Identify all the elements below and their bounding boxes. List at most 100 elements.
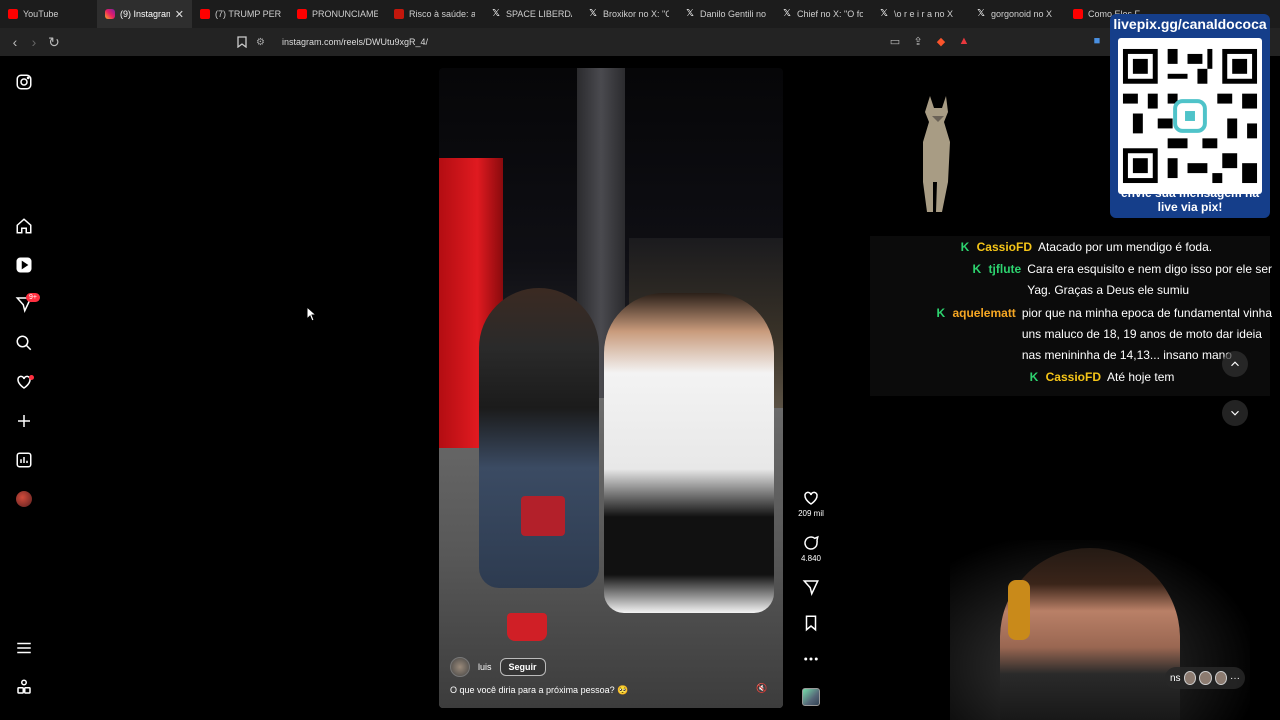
tab-pronunciamento[interactable]: PRONUNCIAMEN [289,0,386,28]
reels-icon[interactable] [14,255,34,275]
x-icon: 𝕏 [491,8,501,19]
video-person-left [479,288,599,588]
audio-thumbnail[interactable] [802,688,820,706]
reel-author-row: luis Seguir [450,657,546,677]
like-count: 209 mil [798,509,824,518]
tab-label: Chief no X: "O fo [797,9,863,19]
next-reel-button[interactable] [1222,400,1248,426]
chat-text-line: uns maluco de 18, 19 anos de moto dar id… [1021,327,1262,341]
pix-footer: envie sua mensagem na live via pix! [1110,186,1270,214]
avatar [1214,671,1228,685]
tab-label: gorgonoid no X [991,9,1053,19]
tab-label: Risco à saúde: an [409,9,475,19]
bookmark-icon [805,615,817,632]
extension-icon[interactable]: ■ [1090,34,1104,48]
home-icon[interactable] [14,216,34,236]
address-bar[interactable]: ⚙ instagram.com/reels/DWUtu9xgR_4/ [256,32,976,52]
wolf-figure [923,96,950,212]
author-avatar[interactable] [450,657,470,677]
also-from-meta-icon[interactable] [14,677,34,697]
install-app-icon[interactable]: ▭ [888,34,902,48]
tab-chief[interactable]: 𝕏 Chief no X: "O fo [774,0,871,28]
tab-danilo[interactable]: 𝕏 Danilo Gentili no [677,0,774,28]
tab-label: (7) TRUMP PERDE [215,9,281,19]
chat-username: tjflute [988,262,1022,276]
tab-space-liberdade[interactable]: 𝕏 SPACE LIBERDADE [483,0,580,28]
save-button[interactable] [801,614,821,632]
share-button[interactable] [801,578,821,596]
chat-message: K CassioFD Atacado por um mendigo é foda… [961,237,1272,258]
tab-label: YouTube [23,9,59,19]
mute-icon[interactable]: 🔇 [756,682,768,694]
qr-code-image [1118,38,1262,194]
bookmark-icon[interactable] [232,32,252,52]
comment-button[interactable]: 4.840 [801,534,821,563]
share-icon[interactable]: ⇪ [911,34,925,48]
chat-message: K aquelematt pior que na minha epoca de … [936,303,1272,366]
reel-caption[interactable]: O que você diria para a próxima pessoa? … [450,685,628,696]
brave-rewards-icon[interactable]: ▲ [957,34,971,48]
g1-icon [394,9,404,19]
tab-trump[interactable]: (7) TRUMP PERDE [192,0,289,28]
tab-label: (9) Instagram [120,9,170,19]
tab-instagram[interactable]: (9) Instagram ✕ [97,0,192,28]
reload-icon[interactable]: ↻ [44,32,64,52]
chat-text-line: Cara era esquisito e nem digo isso por e… [1027,262,1272,276]
youtube-icon [297,9,307,19]
chat-text: Cara era esquisito e nem digo isso por e… [1027,259,1272,301]
like-button[interactable]: 209 mil [798,489,824,518]
tab-gorgonoid[interactable]: 𝕏gorgonoid no X [968,0,1065,28]
avatar [16,491,32,507]
pix-qr-panel: livepix.gg/canaldococa envie sua mensage… [1110,14,1270,218]
reel-video[interactable] [439,68,783,708]
back-icon[interactable]: ‹ [5,32,25,52]
more-icon [804,657,818,661]
headset [1008,580,1030,640]
site-info-icon[interactable]: ⚙ [256,37,270,48]
more-options-button[interactable] [801,650,821,668]
profile-avatar[interactable] [14,489,34,509]
close-icon[interactable]: ✕ [175,8,184,21]
x-icon: 𝕏 [588,8,598,19]
create-icon[interactable] [14,411,34,431]
youtube-icon [8,9,18,19]
chat-username: aquelematt [952,306,1016,320]
chat-username: CassioFD [976,240,1032,254]
youtube-icon [1073,9,1083,19]
comment-icon [804,535,819,550]
follow-button[interactable]: Seguir [499,658,546,676]
menu-icon[interactable] [14,638,34,658]
forward-icon[interactable]: › [24,32,44,52]
tab-label: Danilo Gentili no [700,9,766,19]
more-icon: ··· [1230,672,1241,684]
tab-label: Broxikor no X: "O [603,9,669,19]
streamer-webcam [950,540,1250,720]
tab-risco[interactable]: Risco à saúde: an [386,0,483,28]
search-icon[interactable] [14,333,34,353]
send-icon [802,580,819,596]
brave-shield-icon[interactable]: ◆ [934,34,948,48]
x-icon: 𝕏 [782,8,792,19]
tab-moreira[interactable]: 𝕏 \o r e i r a no X [871,0,968,28]
tab-broxikor[interactable]: 𝕏 Broxikor no X: "O [580,0,677,28]
chat-username: CassioFD [1045,370,1101,384]
pix-url: livepix.gg/canaldococa [1113,16,1267,32]
notification-badge: 9+ [26,293,40,302]
chevron-down-icon [1231,410,1239,416]
tab-youtube[interactable]: YouTube [0,0,97,28]
video-bucket [507,613,547,641]
avatar [1199,671,1212,685]
youtube-icon [200,9,210,19]
dashboard-icon[interactable] [14,450,34,470]
x-icon: 𝕏 [685,8,695,19]
activity-dot [29,375,34,380]
kick-icon: K [936,306,946,320]
messages-avatars-pill[interactable]: ns ··· [1165,667,1245,689]
chat-text-line: pior que na minha epoca de fundamental v… [1021,306,1272,320]
author-name[interactable]: luis [478,662,492,672]
chat-text: Atacado por um mendigo é foda. [1038,240,1213,254]
video-basket [521,496,565,536]
previous-reel-button[interactable] [1222,351,1248,377]
instagram-logo-icon[interactable] [14,72,34,92]
x-icon: 𝕏 [879,8,889,19]
